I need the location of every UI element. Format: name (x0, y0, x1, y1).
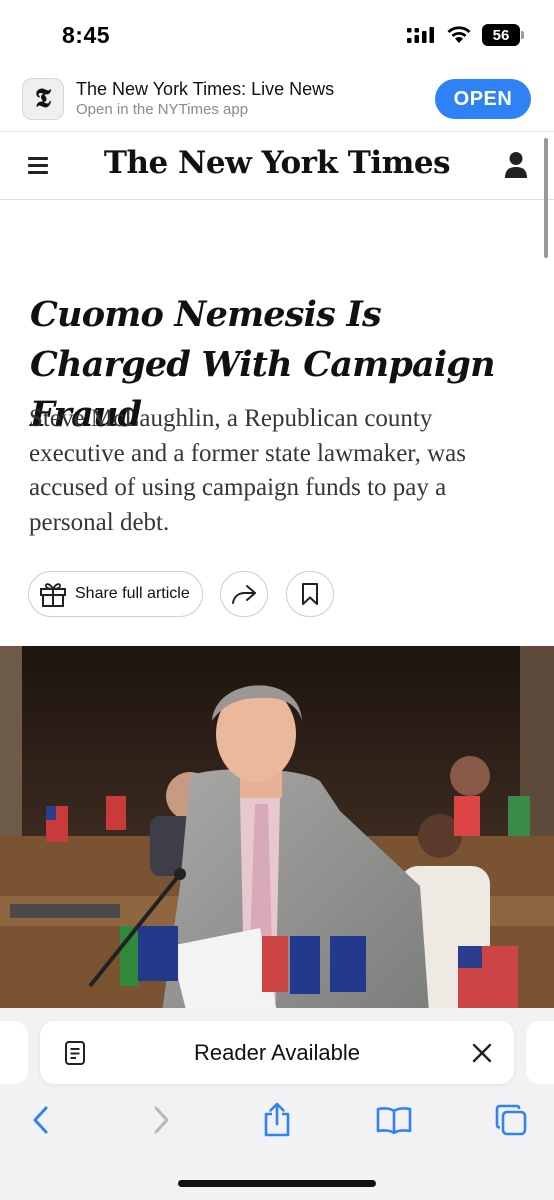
nyt-logo[interactable]: The New York Times (0, 145, 554, 181)
article-photo[interactable] (0, 646, 554, 1026)
site-header: The New York Times (0, 133, 554, 200)
reader-available-label: Reader Available (194, 1040, 360, 1065)
battery-icon: 56 (482, 24, 524, 46)
next-tab-peek[interactable] (526, 1021, 554, 1084)
scrollbar[interactable] (544, 138, 548, 258)
close-icon[interactable] (470, 1041, 494, 1065)
back-button[interactable] (20, 1100, 60, 1140)
reader-banner-area: Reader Available (0, 1008, 554, 1088)
smart-app-banner[interactable]: 𝕿 The New York Times: Live News Open in … (0, 70, 554, 132)
open-app-button[interactable]: OPEN (435, 79, 531, 119)
share-sheet-button[interactable] (257, 1100, 297, 1140)
photo-illustration (0, 646, 554, 1026)
status-time: 8:45 (62, 22, 111, 48)
tabs-icon (495, 1104, 527, 1136)
share-arrow-icon (232, 585, 256, 604)
account-icon[interactable] (504, 151, 528, 179)
nyt-app-icon[interactable]: 𝕿 (22, 78, 64, 120)
app-banner-title: The New York Times: Live News (76, 79, 335, 99)
reader-available-pill[interactable]: Reader Available (40, 1021, 514, 1084)
chevron-right-icon (154, 1106, 169, 1134)
share-icon (264, 1102, 290, 1137)
status-icons: 56 (406, 24, 524, 46)
save-bookmark-button[interactable] (286, 571, 334, 617)
share-full-article-label: Share full article (75, 585, 190, 602)
tabs-button[interactable] (491, 1100, 531, 1140)
app-banner-subtitle: Open in the NYTimes app (76, 101, 249, 118)
gift-icon (40, 583, 66, 607)
bookmarks-button[interactable] (374, 1100, 414, 1140)
book-icon (376, 1107, 412, 1134)
previous-tab-peek[interactable] (0, 1021, 28, 1084)
share-button[interactable] (220, 571, 268, 617)
share-full-article-button[interactable]: Share full article (28, 571, 203, 617)
status-bar: 8:45 56 (0, 0, 554, 70)
bookmark-icon (302, 583, 318, 605)
forward-button[interactable] (142, 1100, 182, 1140)
cellular-signal-icon (407, 27, 434, 43)
chevron-left-icon (33, 1106, 48, 1134)
battery-level: 56 (492, 26, 510, 44)
wifi-icon (447, 26, 471, 43)
home-indicator[interactable] (178, 1180, 376, 1187)
article-summary: Steve McLaughlin, a Republican county ex… (29, 405, 466, 536)
